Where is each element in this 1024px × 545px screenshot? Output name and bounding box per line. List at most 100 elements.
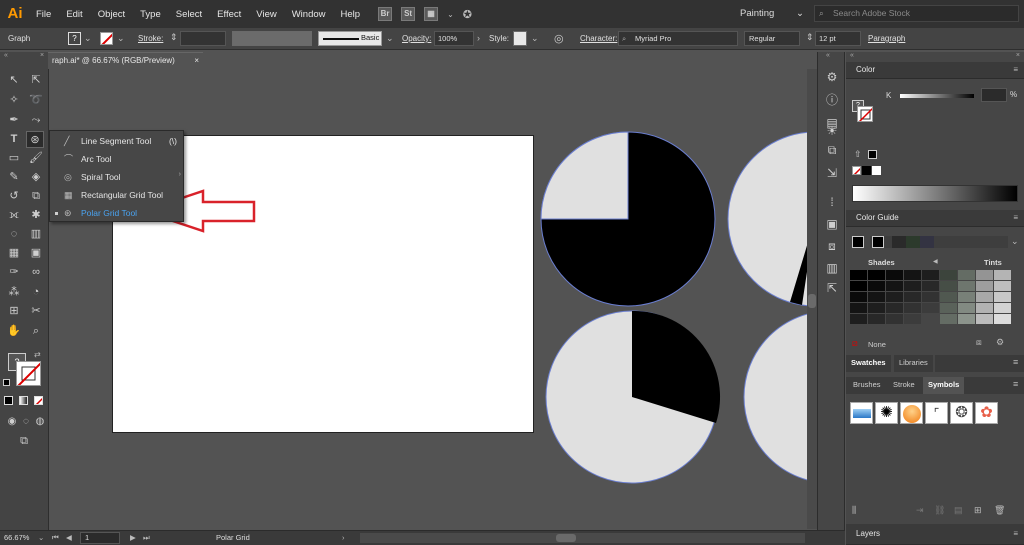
magic-wand-tool-icon[interactable]: ✧ (5, 92, 23, 109)
perspective-grid-tool-icon[interactable]: ▥ (27, 226, 45, 243)
last-artboard-icon[interactable]: ⏭ (143, 531, 150, 545)
shade-swatch[interactable] (994, 270, 1012, 281)
splatter-symbol[interactable]: ✺ (875, 402, 898, 424)
flyout-line-segment-tool[interactable]: ╱ Line Segment Tool (\) (50, 132, 185, 150)
shade-swatch[interactable] (922, 314, 940, 325)
shade-swatch[interactable] (922, 281, 940, 292)
direct-selection-tool-icon[interactable]: ⇱ (27, 72, 45, 89)
opacity-label[interactable]: Opacity: (402, 34, 431, 43)
color-guide-panel-header[interactable]: Color Guide ≡ (846, 210, 1024, 227)
swap-fill-stroke-icon[interactable]: ⇄ (34, 350, 41, 359)
menu-file[interactable]: File (36, 9, 51, 20)
asset-export-icon[interactable]: ⇱ (824, 280, 840, 296)
out-of-gamut-icon[interactable]: ⇧ (854, 149, 862, 160)
selection-tool-icon[interactable]: ↖ (5, 72, 23, 89)
none-mode-icon[interactable] (34, 396, 43, 405)
stock-icon[interactable]: St (401, 7, 416, 21)
appearance-panel-icon[interactable]: ⚙ (824, 69, 840, 85)
wreath-symbol[interactable]: ❂ (950, 402, 973, 424)
panel-menu-icon[interactable]: ≡ (1013, 379, 1018, 389)
graphic-style-swatch[interactable] (513, 31, 527, 46)
color-spectrum-bar[interactable] (852, 185, 1018, 202)
fill-dropdown-chevron-icon[interactable]: ⌄ (84, 33, 92, 44)
collapse-dock-icon[interactable]: « (826, 52, 830, 59)
stroke-weight-stepper-icon[interactable]: ⇕ (170, 32, 178, 43)
gpu-performance-icon[interactable]: ✪ (463, 8, 472, 21)
harmony-dropdown-chevron-icon[interactable]: ⌄ (1011, 236, 1019, 247)
shade-swatch[interactable] (940, 270, 958, 281)
tab-stroke[interactable]: Stroke (888, 377, 920, 394)
shade-swatch[interactable] (976, 292, 994, 303)
place-symbol-icon[interactable]: ⇥ (916, 505, 924, 516)
pen-tool-icon[interactable]: ✒ (5, 112, 23, 129)
symbol-sprayer-tool-icon[interactable]: ⁂ (5, 284, 23, 301)
layers-panel-header[interactable]: Layers ≡ (846, 524, 1024, 545)
artboard-number-input[interactable]: 1 (80, 532, 120, 544)
zoom-chevron-icon[interactable]: ⌄ (38, 531, 44, 545)
shade-swatch[interactable] (940, 303, 958, 314)
horizontal-scrollbar[interactable] (360, 533, 805, 543)
flyout-polar-grid-tool[interactable]: ⊛ Polar Grid Tool (50, 204, 185, 222)
stroke-weight-input[interactable] (180, 31, 226, 46)
rotate-tool-icon[interactable]: ↺ (5, 188, 23, 205)
vertical-scroll-thumb[interactable] (808, 294, 816, 308)
last-color-swatch[interactable] (868, 150, 877, 159)
shade-swatch[interactable] (850, 314, 868, 325)
shades-grid[interactable] (850, 270, 1012, 326)
shade-swatch[interactable] (868, 303, 886, 314)
workspace-switcher[interactable]: Painting ⌄ (740, 6, 806, 21)
k-slider-track[interactable] (900, 94, 974, 98)
harmony-base-swatch[interactable] (852, 236, 864, 248)
transform-panel-icon[interactable]: ▣ (824, 216, 840, 232)
scale-tool-icon[interactable]: ⧉ (27, 188, 45, 205)
recolor-artwork-icon[interactable]: ◎ (554, 32, 564, 45)
brush-dropdown-chevron-icon[interactable]: ⌄ (386, 33, 394, 44)
default-fill-stroke-icon[interactable] (3, 379, 10, 386)
menu-window[interactable]: Window (292, 9, 326, 20)
stroke-none-swatch[interactable] (100, 32, 113, 45)
flyout-spiral-tool[interactable]: ◎ Spiral Tool (50, 168, 185, 186)
blend-tool-icon[interactable]: ∞ (27, 264, 45, 281)
shade-swatch[interactable] (994, 281, 1012, 292)
color-stroke-indicator[interactable] (857, 106, 873, 122)
shade-swatch[interactable] (904, 281, 922, 292)
shade-swatch[interactable] (994, 303, 1012, 314)
pathfinder-panel-icon[interactable]: ⧈ (824, 238, 840, 254)
search-stock-input[interactable]: ⌕ Search Adobe Stock (814, 5, 1019, 22)
shade-swatch[interactable] (886, 281, 904, 292)
stroke-dropdown-chevron-icon[interactable]: ⌄ (117, 33, 125, 44)
shade-swatch[interactable] (958, 303, 976, 314)
close-panel-icon[interactable]: « (850, 52, 854, 59)
none-color-swatch[interactable] (852, 166, 861, 175)
pie-shape-bottom-right[interactable] (743, 311, 807, 483)
paintbrush-tool-icon[interactable]: 🖌 (27, 150, 45, 167)
column-graph-tool-icon[interactable]: ◔ (27, 284, 45, 301)
align-panel-icon[interactable]: ⁞ (824, 194, 840, 210)
edit-colors-icon[interactable]: ⚙ (996, 337, 1004, 348)
gradient-mode-icon[interactable] (19, 396, 28, 405)
artboard-tool-icon[interactable]: ⊞ (5, 303, 23, 320)
type-tool-icon[interactable]: T (5, 131, 23, 148)
gradient-tool-icon[interactable]: ▣ (27, 245, 45, 262)
font-size-input[interactable]: 12 pt (815, 31, 861, 46)
shade-swatch[interactable] (976, 314, 994, 325)
shade-swatch[interactable] (904, 314, 922, 325)
opacity-chevron-icon[interactable]: › (477, 33, 480, 43)
next-artboard-icon[interactable]: ▶ (130, 531, 136, 545)
pie-shape-top-left[interactable] (540, 131, 716, 307)
eyedropper-tool-icon[interactable]: ✑ (5, 264, 23, 281)
shade-swatch[interactable] (850, 292, 868, 303)
break-link-icon[interactable]: ⛓ (934, 505, 945, 516)
bridge-icon[interactable]: Br (378, 7, 393, 21)
polar-grid-tool-icon[interactable]: ⊛ (26, 131, 44, 148)
tab-libraries[interactable]: Libraries (894, 355, 933, 372)
shade-swatch[interactable] (868, 292, 886, 303)
stroke-swatch[interactable] (16, 361, 41, 386)
menu-object[interactable]: Object (98, 9, 125, 20)
shade-swatch[interactable] (940, 292, 958, 303)
panel-menu-icon[interactable]: ≡ (1013, 524, 1018, 544)
eraser-tool-icon[interactable]: ◈ (27, 169, 45, 186)
shade-swatch[interactable] (994, 292, 1012, 303)
screen-mode-icon[interactable]: ⧉ (15, 433, 33, 450)
shade-swatch[interactable] (850, 281, 868, 292)
